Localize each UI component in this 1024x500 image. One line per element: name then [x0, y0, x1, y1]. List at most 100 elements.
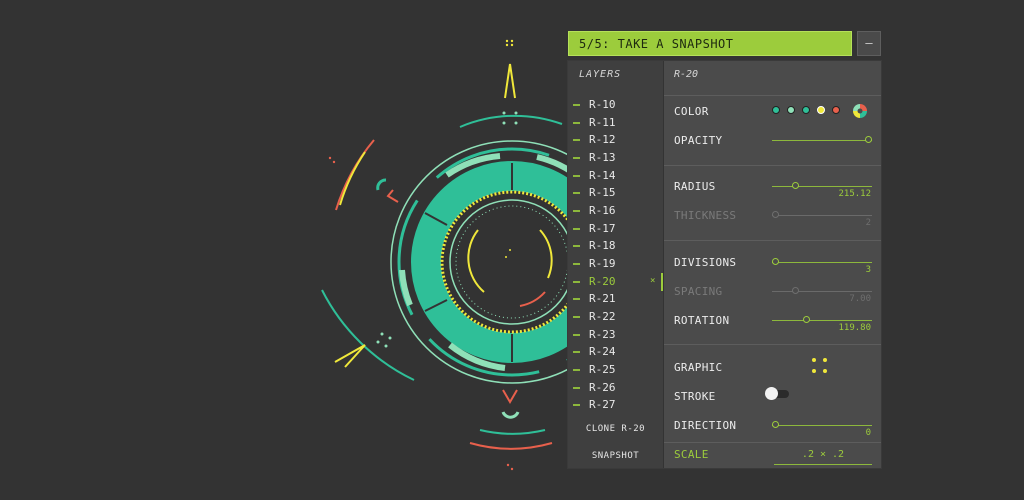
- layer-handle-icon[interactable]: [573, 210, 580, 212]
- layer-item-r22[interactable]: R-22: [573, 309, 616, 325]
- spacing-slider[interactable]: [772, 287, 872, 294]
- layer-handle-icon[interactable]: [573, 192, 580, 194]
- layer-label: R-19: [589, 257, 616, 270]
- divisions-value: 3: [865, 265, 871, 275]
- layer-item-r18[interactable]: R-18: [573, 238, 616, 254]
- layer-item-r20[interactable]: R-20: [573, 274, 616, 290]
- divider: [664, 240, 881, 241]
- color-wheel-icon[interactable]: [852, 103, 868, 119]
- divider: [664, 95, 881, 96]
- layer-label: R-13: [589, 151, 616, 164]
- layer-item-r23[interactable]: R-23: [573, 327, 616, 343]
- layer-handle-icon[interactable]: [573, 228, 580, 230]
- step-indicator: 5/5: TAKE A SNAPSHOT: [568, 31, 852, 56]
- color-swatch[interactable]: [802, 106, 810, 114]
- layer-item-r10[interactable]: R-10: [573, 97, 616, 113]
- slider-knob[interactable]: [865, 136, 872, 143]
- toggle-knob[interactable]: [765, 387, 778, 400]
- layer-label: R-20: [589, 275, 616, 288]
- properties-panel: R-20 COLOR OPACITY RADIUS 215.12 THICKNE…: [664, 61, 881, 468]
- layer-item-r19[interactable]: R-19: [573, 256, 616, 272]
- graphic-label: GRAPHIC: [674, 361, 723, 374]
- layer-item-r26[interactable]: R-26: [573, 380, 616, 396]
- color-label: COLOR: [674, 105, 709, 118]
- layer-handle-icon[interactable]: [573, 369, 580, 371]
- layer-item-r21[interactable]: R-21: [573, 291, 616, 307]
- direction-label: DIRECTION: [674, 419, 737, 432]
- layer-handle-icon[interactable]: [573, 298, 580, 300]
- layer-item-r14[interactable]: R-14: [573, 168, 616, 184]
- opacity-slider[interactable]: [772, 136, 872, 143]
- divisions-slider[interactable]: [772, 258, 872, 265]
- slider-knob[interactable]: [772, 211, 779, 218]
- layer-handle-icon[interactable]: [573, 104, 580, 106]
- scale-input[interactable]: .2 × .2: [774, 449, 872, 460]
- properties-title: R-20: [674, 69, 699, 80]
- layer-item-r13[interactable]: R-13: [573, 150, 616, 166]
- stroke-toggle[interactable]: [765, 387, 789, 400]
- layer-label: R-18: [589, 239, 616, 252]
- layer-label: R-23: [589, 328, 616, 341]
- layer-handle-icon[interactable]: [573, 263, 580, 265]
- layer-label: R-17: [589, 222, 616, 235]
- color-swatch[interactable]: [787, 106, 795, 114]
- divider: [664, 165, 881, 166]
- layer-item-r11[interactable]: R-11: [573, 115, 616, 131]
- layer-handle-icon[interactable]: [573, 316, 580, 318]
- slider-knob[interactable]: [792, 182, 800, 189]
- layers-list: LAYERS R-10 R-11 R-12 R-13 R-14 R-15 R-1…: [568, 61, 664, 468]
- layer-item-r17[interactable]: R-17: [573, 221, 616, 237]
- layer-handle-icon[interactable]: [573, 157, 580, 159]
- thickness-slider[interactable]: [772, 211, 872, 218]
- close-layer-icon[interactable]: ×: [650, 276, 655, 286]
- color-swatch[interactable]: [832, 106, 840, 114]
- direction-slider[interactable]: [772, 421, 872, 428]
- layer-label: R-25: [589, 363, 616, 376]
- minimize-button[interactable]: –: [857, 31, 881, 56]
- layer-item-r12[interactable]: R-12: [573, 132, 616, 148]
- active-layer-indicator: [661, 273, 663, 291]
- layer-label: R-22: [589, 310, 616, 323]
- clone-layer-button[interactable]: CLONE R-20: [568, 424, 663, 434]
- slider-knob[interactable]: [792, 287, 800, 294]
- radius-value: 215.12: [838, 189, 871, 199]
- direction-value: 0: [865, 428, 871, 438]
- divisions-label: DIVISIONS: [674, 256, 737, 269]
- slider-knob[interactable]: [772, 258, 779, 265]
- layer-handle-icon[interactable]: [573, 175, 580, 177]
- slider-knob[interactable]: [802, 316, 810, 323]
- snapshot-button[interactable]: SNAPSHOT: [568, 451, 663, 461]
- layer-handle-icon[interactable]: [573, 351, 580, 353]
- layer-item-r15[interactable]: R-15: [573, 185, 616, 201]
- rotation-slider[interactable]: [772, 316, 872, 323]
- layer-label: R-16: [589, 204, 616, 217]
- layer-label: R-15: [589, 186, 616, 199]
- color-swatch-selected[interactable]: [817, 106, 825, 114]
- layers-header: LAYERS: [579, 69, 622, 80]
- stroke-label: STROKE: [674, 390, 716, 403]
- divider: [664, 344, 881, 345]
- layer-label: R-27: [589, 398, 616, 411]
- layer-handle-icon[interactable]: [573, 404, 580, 406]
- layer-handle-icon[interactable]: [573, 281, 580, 283]
- layer-label: R-24: [589, 345, 616, 358]
- layer-label: R-21: [589, 292, 616, 305]
- spacing-value: 7.00: [849, 294, 871, 304]
- thickness-value: 2: [865, 218, 871, 228]
- layer-handle-icon[interactable]: [573, 139, 580, 141]
- layer-item-r25[interactable]: R-25: [573, 362, 616, 378]
- layer-handle-icon[interactable]: [573, 334, 580, 336]
- layer-handle-icon[interactable]: [573, 122, 580, 124]
- radius-slider[interactable]: [772, 182, 872, 189]
- rotation-label: ROTATION: [674, 314, 730, 327]
- layer-item-r24[interactable]: R-24: [573, 344, 616, 360]
- rotation-value: 119.80: [838, 323, 871, 333]
- color-swatch[interactable]: [772, 106, 780, 114]
- layer-handle-icon[interactable]: [573, 245, 580, 247]
- editor-panel: LAYERS R-10 R-11 R-12 R-13 R-14 R-15 R-1…: [567, 60, 882, 469]
- slider-knob[interactable]: [772, 421, 779, 428]
- layer-item-r27[interactable]: R-27: [573, 397, 616, 413]
- thickness-label: THICKNESS: [674, 209, 737, 222]
- layer-item-r16[interactable]: R-16: [573, 203, 616, 219]
- layer-handle-icon[interactable]: [573, 387, 580, 389]
